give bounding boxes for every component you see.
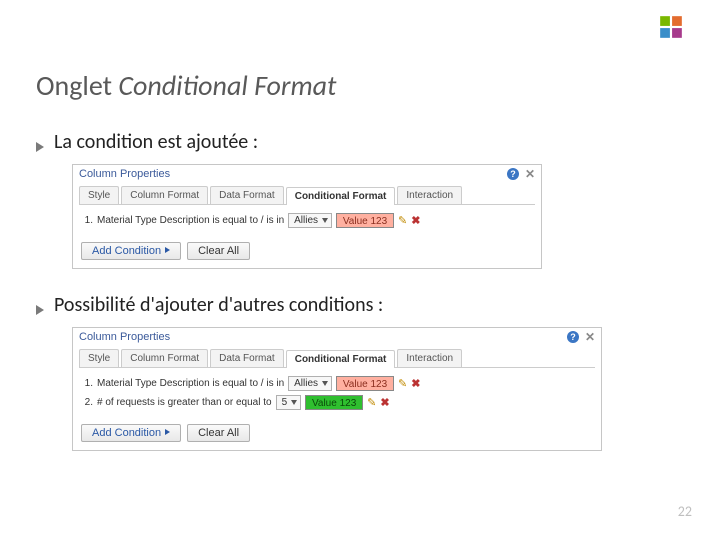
add-condition-button[interactable]: Add Condition: [81, 424, 181, 442]
row-index: 1.: [81, 215, 93, 226]
condition-row: 1. Material Type Description is equal to…: [81, 376, 593, 391]
slide-title-plain: Onglet: [36, 68, 118, 103]
tab-style[interactable]: Style: [79, 349, 119, 367]
chevron-right-icon: [165, 429, 170, 435]
condition-text: Material Type Description is equal to / …: [97, 378, 284, 389]
panel-tabs: Style Column Format Data Format Conditio…: [79, 349, 595, 368]
chevron-down-icon: [322, 381, 328, 386]
edit-icon[interactable]: ✎: [398, 377, 407, 390]
chevron-down-icon: [291, 400, 297, 405]
value-dropdown[interactable]: 5: [276, 395, 302, 410]
delete-icon[interactable]: ✖: [411, 377, 420, 390]
tab-style[interactable]: Style: [79, 186, 119, 204]
panel-header: Column Properties: [79, 168, 170, 180]
page-number: 22: [678, 503, 692, 520]
bullet-text: Possibilité d'ajouter d'autres condition…: [54, 293, 383, 317]
add-condition-label: Add Condition: [92, 427, 161, 439]
value-dropdown[interactable]: Allies: [288, 376, 332, 391]
panel-header: Column Properties: [79, 331, 170, 343]
tab-data-format[interactable]: Data Format: [210, 349, 284, 367]
clear-all-button[interactable]: Clear All: [187, 242, 250, 260]
slide-title: Onglet Conditional Format: [36, 68, 336, 103]
close-icon[interactable]: ✕: [585, 331, 595, 343]
tab-interaction[interactable]: Interaction: [397, 349, 462, 367]
dropdown-value: 5: [279, 397, 291, 408]
close-icon[interactable]: ✕: [525, 168, 535, 180]
condition-row: 1. Material Type Description is equal to…: [81, 213, 533, 228]
slide-title-italic: Conditional Format: [118, 68, 336, 103]
tab-interaction[interactable]: Interaction: [397, 186, 462, 204]
bullet-text: La condition est ajoutée :: [54, 130, 258, 154]
format-swatch[interactable]: Value 123: [336, 376, 394, 391]
condition-text: # of requests is greater than or equal t…: [97, 397, 272, 408]
format-swatch[interactable]: Value 123: [336, 213, 394, 228]
chevron-down-icon: [322, 218, 328, 223]
column-properties-panel: Column Properties ? ✕ Style Column Forma…: [72, 164, 542, 269]
delete-icon[interactable]: ✖: [380, 396, 389, 409]
chevron-right-icon: [165, 247, 170, 253]
row-index: 2.: [81, 397, 93, 408]
tab-column-format[interactable]: Column Format: [121, 186, 208, 204]
condition-row: 2. # of requests is greater than or equa…: [81, 395, 593, 410]
add-condition-label: Add Condition: [92, 245, 161, 257]
brand-logo-icon: [658, 14, 684, 40]
value-dropdown[interactable]: Allies: [288, 213, 332, 228]
tab-data-format[interactable]: Data Format: [210, 186, 284, 204]
column-properties-panel: Column Properties ? ✕ Style Column Forma…: [72, 327, 602, 451]
dropdown-value: Allies: [291, 378, 321, 389]
panel-tabs: Style Column Format Data Format Conditio…: [79, 186, 535, 205]
format-swatch[interactable]: Value 123: [305, 395, 363, 410]
edit-icon[interactable]: ✎: [367, 396, 376, 409]
bullet-triangle-icon: [36, 305, 44, 315]
help-icon[interactable]: ?: [567, 331, 579, 343]
help-icon[interactable]: ?: [507, 168, 519, 180]
delete-icon[interactable]: ✖: [411, 214, 420, 227]
tab-conditional-format[interactable]: Conditional Format: [286, 350, 396, 368]
dropdown-value: Allies: [291, 215, 321, 226]
bullet-triangle-icon: [36, 142, 44, 152]
tab-conditional-format[interactable]: Conditional Format: [286, 187, 396, 205]
add-condition-button[interactable]: Add Condition: [81, 242, 181, 260]
tab-column-format[interactable]: Column Format: [121, 349, 208, 367]
row-index: 1.: [81, 378, 93, 389]
clear-all-button[interactable]: Clear All: [187, 424, 250, 442]
condition-text: Material Type Description is equal to / …: [97, 215, 284, 226]
edit-icon[interactable]: ✎: [398, 214, 407, 227]
